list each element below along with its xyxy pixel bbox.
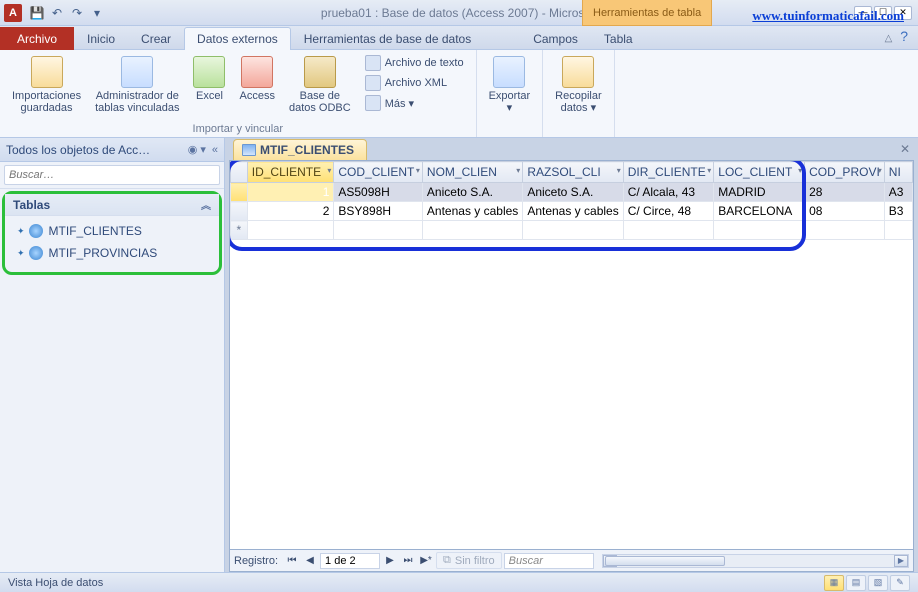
status-text: Vista Hoja de datos: [8, 577, 103, 589]
contextual-tab-label: Herramientas de tabla: [582, 0, 712, 26]
xml-file-icon: [365, 75, 381, 91]
import-more-button[interactable]: Más ▾: [361, 94, 468, 112]
col-nom-clien[interactable]: NOM_CLIEN▾: [422, 162, 522, 183]
chevron-up-icon: ︽: [201, 197, 211, 212]
record-position[interactable]: 1 de 2: [320, 553, 380, 569]
nav-next-button[interactable]: ▶: [382, 553, 398, 569]
tab-inicio[interactable]: Inicio: [74, 27, 128, 50]
nav-table-mtif-clientes[interactable]: ✦MTIF_CLIENTES: [11, 220, 213, 242]
column-dropdown-icon[interactable]: ▾: [327, 166, 331, 175]
collect-data-button[interactable]: Recopilar datos ▾: [551, 54, 605, 116]
highlight-green-box: Tablas︽ ✦MTIF_CLIENTES ✦MTIF_PROVINCIAS: [2, 191, 222, 275]
globe-icon: [29, 224, 43, 238]
tab-campos[interactable]: Campos: [520, 27, 591, 50]
undo-icon[interactable]: ↶: [48, 4, 66, 22]
data-table[interactable]: ID_CLIENTE▾ COD_CLIENT▾ NOM_CLIEN▾ RAZSO…: [230, 161, 913, 240]
record-navigator: Registro: ⏮ ◀ 1 de 2 ▶ ⏭ ▶* ⧉Sin filtro …: [229, 550, 914, 572]
nav-search-input[interactable]: [4, 165, 220, 185]
nav-collapse-icon[interactable]: «: [212, 144, 218, 156]
select-all-cell[interactable]: [231, 162, 248, 183]
new-record-icon: *: [231, 221, 248, 240]
filter-indicator[interactable]: ⧉Sin filtro: [436, 552, 502, 569]
more-icon: [365, 95, 381, 111]
tab-file[interactable]: Archivo: [0, 27, 74, 50]
globe-icon: [29, 246, 43, 260]
col-ni[interactable]: NI: [884, 162, 912, 183]
nav-prev-button[interactable]: ◀: [302, 553, 318, 569]
nav-table-mtif-provincias[interactable]: ✦MTIF_PROVINCIAS: [11, 242, 213, 264]
import-text-file-button[interactable]: Archivo de texto: [361, 54, 468, 72]
nav-first-button[interactable]: ⏮: [284, 553, 300, 569]
document-area: MTIF_CLIENTES ✕ ID_CLIENTE▾ COD_CLIENT▾ …: [225, 138, 918, 572]
nav-filter-icon[interactable]: ◉ ▾: [188, 143, 206, 156]
linked-table-icon: ✦: [17, 248, 25, 259]
col-cod-client[interactable]: COD_CLIENT▾: [334, 162, 423, 183]
col-razsol-cli[interactable]: RAZSOL_CLI▾: [523, 162, 623, 183]
col-loc-client[interactable]: LOC_CLIENT▾: [714, 162, 805, 183]
scroll-right-button[interactable]: ▶: [894, 555, 908, 567]
nav-header[interactable]: Todos los objetos de Acc… ◉ ▾ «: [0, 138, 224, 162]
import-access-button[interactable]: Access: [235, 54, 278, 104]
ribbon-tabs: Archivo Inicio Crear Datos externos Herr…: [0, 26, 918, 50]
nav-last-button[interactable]: ⏭: [400, 553, 416, 569]
filter-icon: ⧉: [443, 554, 451, 567]
view-datasheet-button[interactable]: ▦: [824, 575, 844, 591]
row-selector[interactable]: [231, 202, 248, 221]
ribbon: Importaciones guardadas Administrador de…: [0, 50, 918, 138]
watermark-link[interactable]: www.tuinformaticafail.com: [752, 8, 904, 24]
export-button[interactable]: Exportar ▾: [485, 54, 535, 116]
new-record-row[interactable]: *: [231, 221, 913, 240]
import-odbc-button[interactable]: Base de datos ODBC: [285, 54, 355, 116]
status-bar: Vista Hoja de datos ▦ ▤ ▧ ✎: [0, 572, 918, 592]
nav-section-tables[interactable]: Tablas︽: [5, 194, 219, 216]
table-icon: [242, 144, 256, 156]
table-row[interactable]: 2 BSY898H Antenas y cables Antenas y cab…: [231, 202, 913, 221]
document-close-button[interactable]: ✕: [900, 142, 910, 156]
col-cod-provi[interactable]: COD_PROVI▾: [805, 162, 885, 183]
help-button[interactable]: △ ?: [885, 28, 908, 44]
col-id-cliente[interactable]: ID_CLIENTE▾: [247, 162, 334, 183]
table-row[interactable]: 1 AS5098H Aniceto S.A. Aniceto S.A. C/ A…: [231, 183, 913, 202]
redo-icon[interactable]: ↷: [68, 4, 86, 22]
ribbon-group-label: Importar y vincular: [8, 121, 468, 135]
tab-crear[interactable]: Crear: [128, 27, 184, 50]
saved-imports-button[interactable]: Importaciones guardadas: [8, 54, 85, 116]
tab-tabla[interactable]: Tabla: [591, 27, 646, 50]
linked-table-manager-button[interactable]: Administrador de tablas vinculadas: [91, 54, 183, 116]
datasheet: ID_CLIENTE▾ COD_CLIENT▾ NOM_CLIEN▾ RAZSO…: [229, 160, 914, 550]
tab-herramientas-bd[interactable]: Herramientas de base de datos: [291, 27, 484, 50]
record-search-input[interactable]: Buscar: [504, 553, 594, 569]
navigation-pane: Todos los objetos de Acc… ◉ ▾ « Tablas︽ …: [0, 138, 225, 572]
app-logo-icon: A: [4, 4, 22, 22]
nav-search: [0, 162, 224, 189]
col-dir-cliente[interactable]: DIR_CLIENTE▾: [623, 162, 714, 183]
qat-dropdown-icon[interactable]: ▾: [88, 4, 106, 22]
view-pivottable-button[interactable]: ▤: [846, 575, 866, 591]
horizontal-scrollbar[interactable]: ◀ ▶: [602, 554, 909, 568]
row-selector[interactable]: [231, 183, 248, 202]
document-tab-mtif-clientes[interactable]: MTIF_CLIENTES: [233, 139, 367, 160]
linked-table-icon: ✦: [17, 226, 25, 237]
nav-new-button[interactable]: ▶*: [418, 553, 434, 569]
import-excel-button[interactable]: Excel: [189, 54, 229, 104]
import-xml-button[interactable]: Archivo XML: [361, 74, 468, 92]
window-title: prueba01 : Base de datos (Access 2007) -…: [106, 6, 854, 20]
view-pivotchart-button[interactable]: ▧: [868, 575, 888, 591]
save-icon[interactable]: 💾: [28, 4, 46, 22]
tab-datos-externos[interactable]: Datos externos: [184, 27, 291, 50]
view-design-button[interactable]: ✎: [890, 575, 910, 591]
ribbon-collapse-icon[interactable]: △: [885, 33, 893, 44]
text-file-icon: [365, 55, 381, 71]
scroll-thumb[interactable]: [605, 556, 725, 566]
